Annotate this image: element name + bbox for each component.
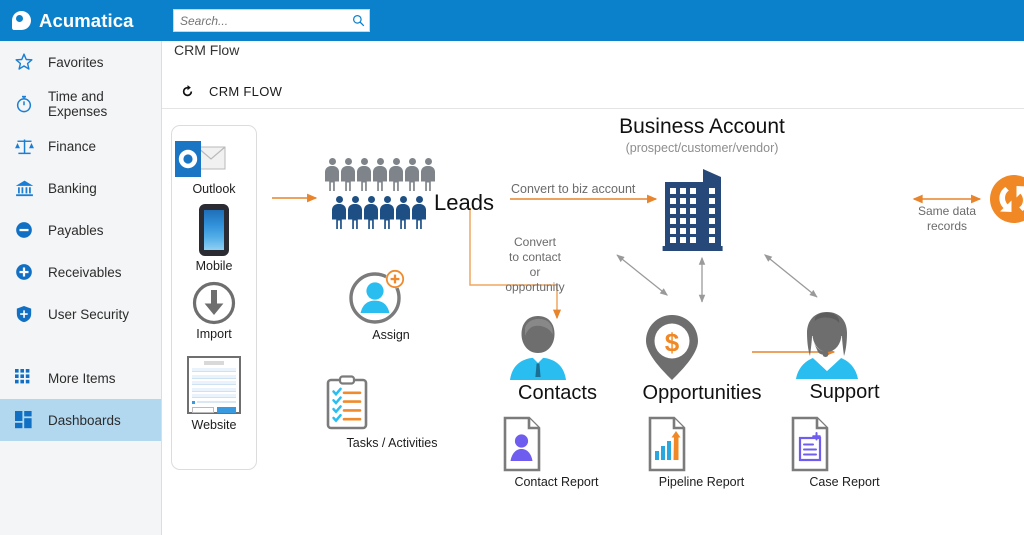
entry-item-outlook[interactable]: Outlook xyxy=(172,138,256,196)
sidebar-item-dashboards[interactable]: Dashboards xyxy=(0,399,161,441)
same-data-line-2: records xyxy=(926,219,967,233)
sidebar-item-label: Dashboards xyxy=(48,412,121,428)
report-label: Contact Report xyxy=(514,475,599,489)
entry-item-label: Mobile xyxy=(195,259,233,273)
tasks-node[interactable]: Tasks / Activities xyxy=(321,375,463,450)
business-account-title: Business Account xyxy=(619,115,785,138)
case-report-icon xyxy=(791,416,829,472)
sidebar-item-finance[interactable]: Finance xyxy=(0,125,161,167)
sidebar-item-user-security[interactable]: User Security xyxy=(0,293,161,335)
download-circle-icon xyxy=(192,281,236,325)
sidebar-item-label: Receivables xyxy=(48,264,122,280)
sidebar-item-label: User Security xyxy=(48,306,130,322)
mobile-phone-icon xyxy=(199,204,229,256)
add-user-icon xyxy=(349,269,405,324)
support-node[interactable]: Support xyxy=(787,306,902,404)
leads-label: Leads xyxy=(434,190,494,215)
refresh-icon[interactable] xyxy=(179,84,195,100)
same-data-records-label: Same data records xyxy=(904,204,990,234)
top-bar: Acumatica xyxy=(0,0,1024,41)
scales-icon xyxy=(13,135,35,157)
leads-people-icon xyxy=(325,158,435,229)
arrow-account-to-contacts xyxy=(616,254,669,296)
entry-item-label: Website xyxy=(191,418,237,432)
website-form-icon xyxy=(187,356,241,414)
contacts-label: Contacts xyxy=(518,382,597,404)
contact-report-node[interactable]: Contact Report xyxy=(499,415,614,489)
convert-to-biz-account-label: Convert to biz account xyxy=(511,182,636,196)
support-label: Support xyxy=(809,381,880,403)
sidebar-item-more-items[interactable]: More Items xyxy=(0,357,161,399)
headset-agent-icon xyxy=(796,312,858,379)
contacts-node[interactable]: Contacts xyxy=(500,310,615,405)
sidebar: Favorites Time and Expenses Finance Bank… xyxy=(0,41,162,535)
convert-line-2: to contact xyxy=(508,250,562,264)
entry-channels-card: Outlook Mobile Import Website xyxy=(171,125,257,470)
search-icon[interactable] xyxy=(347,10,369,31)
contact-report-icon xyxy=(503,416,541,472)
entry-item-label: Import xyxy=(196,327,232,341)
bank-icon xyxy=(13,177,35,199)
acumatica-logo-icon xyxy=(12,11,31,30)
form-toolbar: CRM FLOW xyxy=(162,75,1024,109)
office-building-icon[interactable] xyxy=(659,155,727,253)
sidebar-item-banking[interactable]: Banking xyxy=(0,167,161,209)
sidebar-item-label: Favorites xyxy=(48,54,104,70)
sidebar-item-label: Finance xyxy=(48,138,97,154)
convert-line-3: or xyxy=(529,265,541,279)
outlook-icon xyxy=(175,141,226,177)
convert-to-contact-label: Convert to contact or opportunity xyxy=(480,235,590,295)
brand-logo[interactable]: Acumatica xyxy=(0,0,162,41)
stopwatch-icon xyxy=(13,93,35,115)
entry-item-website[interactable]: Website xyxy=(172,356,256,432)
sidebar-item-label: Time and Expenses xyxy=(48,89,108,119)
form-title: CRM FLOW xyxy=(209,84,283,99)
page-title: CRM Flow xyxy=(174,42,240,58)
assign-label: Assign xyxy=(372,328,410,342)
shield-icon xyxy=(13,303,35,325)
opportunities-label: Opportunities xyxy=(642,382,762,404)
clipboard-checklist-icon xyxy=(326,375,368,430)
convert-line-1: Convert xyxy=(513,235,557,249)
arrow-account-to-support xyxy=(763,254,818,298)
sidebar-item-receivables[interactable]: Receivables xyxy=(0,251,161,293)
business-account-subtitle: (prospect/customer/vendor) xyxy=(625,141,779,155)
opportunities-node[interactable]: $ Opportunities xyxy=(634,310,770,405)
brand-name: Acumatica xyxy=(39,9,134,31)
search-input[interactable] xyxy=(174,10,347,31)
plus-circle-icon xyxy=(13,261,35,283)
assign-node[interactable]: Assign xyxy=(347,268,435,342)
minus-circle-icon xyxy=(13,219,35,241)
star-icon xyxy=(13,51,35,73)
report-label: Case Report xyxy=(809,475,880,489)
sidebar-item-label: Payables xyxy=(48,222,104,238)
grid-dots-icon xyxy=(13,367,35,389)
sidebar-item-label: Banking xyxy=(48,180,97,196)
same-data-line-1: Same data xyxy=(917,204,977,218)
case-report-node[interactable]: Case Report xyxy=(787,415,902,489)
svg-text:$: $ xyxy=(665,328,680,358)
sidebar-item-label: More Items xyxy=(48,370,116,386)
tasks-label: Tasks / Activities xyxy=(346,436,438,450)
pipeline-report-node[interactable]: Pipeline Report xyxy=(644,415,759,489)
dashboard-icon xyxy=(13,409,35,431)
contact-person-icon xyxy=(510,316,566,380)
entry-item-import[interactable]: Import xyxy=(172,280,256,341)
sidebar-item-time-and-expenses[interactable]: Time and Expenses xyxy=(0,83,161,125)
sidebar-item-payables[interactable]: Payables xyxy=(0,209,161,251)
crm-flow-diagram: Outlook Mobile Import Website Leads Assi… xyxy=(162,110,1024,535)
sidebar-item-favorites[interactable]: Favorites xyxy=(0,41,161,83)
entry-item-label: Outlook xyxy=(192,182,236,196)
dollar-pin-icon: $ xyxy=(646,315,698,380)
pipeline-report-icon xyxy=(648,416,686,472)
report-label: Pipeline Report xyxy=(658,475,745,489)
convert-line-4: opportunity xyxy=(505,280,565,294)
business-account-title-block: Business Account (prospect/customer/vend… xyxy=(562,115,842,155)
search-box[interactable] xyxy=(173,9,370,32)
entry-item-mobile[interactable]: Mobile xyxy=(172,204,256,273)
convert-arrows-icon[interactable] xyxy=(989,174,1024,224)
